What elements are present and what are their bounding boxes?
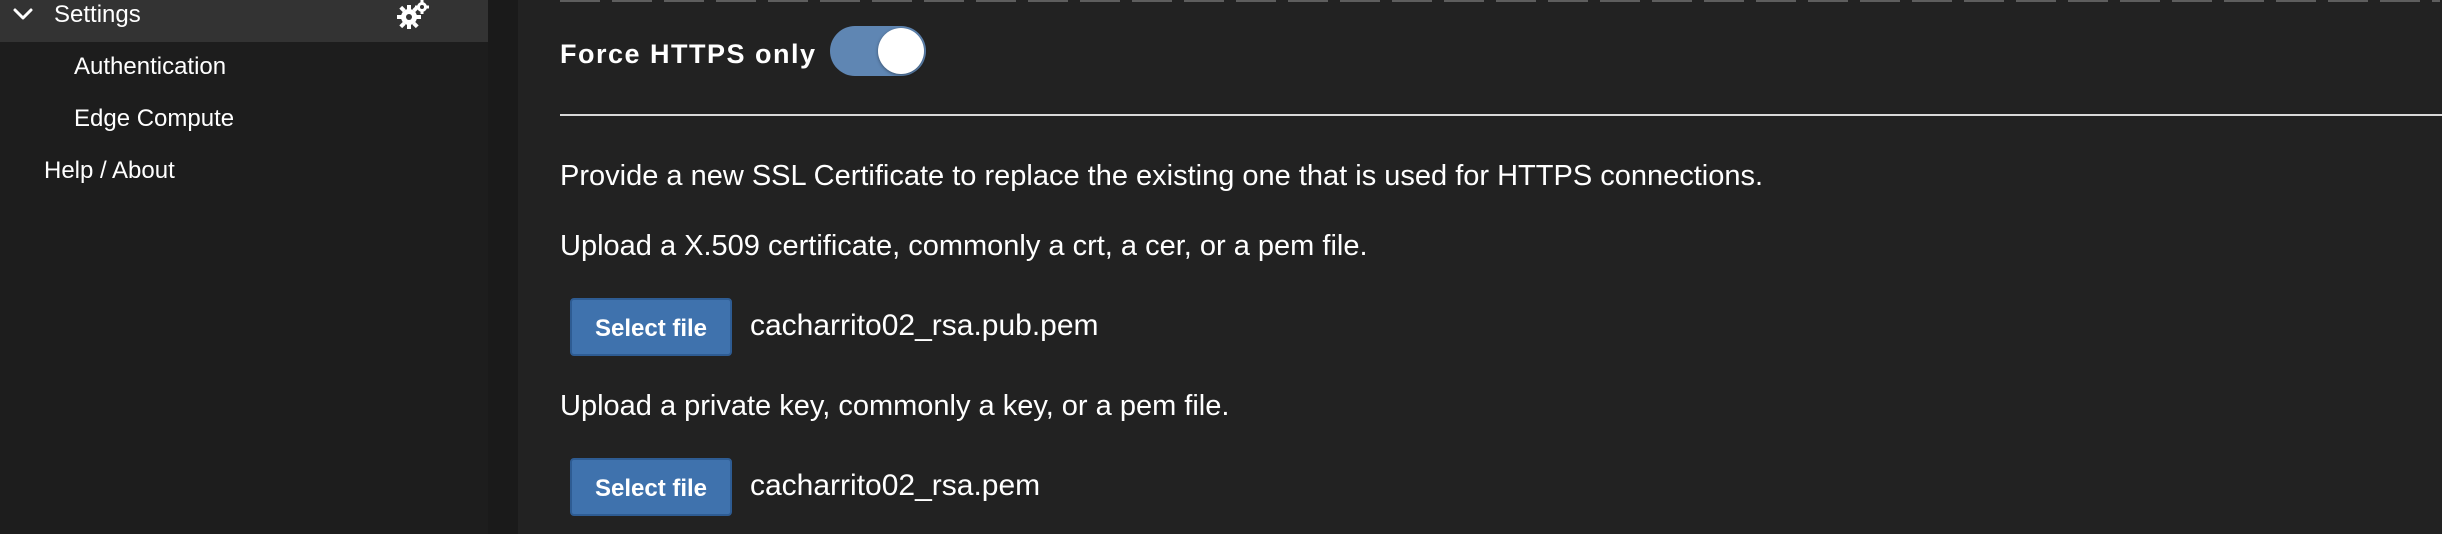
sidebar-item-authentication[interactable]: Authentication — [74, 52, 226, 82]
certificate-file-name: cacharrito02_rsa.pub.pem — [750, 309, 1099, 342]
certificate-instruction: Upload a X.509 certificate, commonly a c… — [560, 230, 1368, 262]
select-private-key-button[interactable]: Select file — [570, 458, 732, 516]
sidebar-section-label: Settings — [54, 1, 141, 28]
sidebar-item-edge-compute[interactable]: Edge Compute — [74, 104, 234, 134]
main-content: Force HTTPS only Provide a new SSL Certi… — [518, 0, 2442, 534]
force-https-toggle[interactable] — [830, 26, 926, 76]
sidebar-item-help-about[interactable]: Help / About — [44, 156, 175, 186]
force-https-label: Force HTTPS only — [560, 39, 817, 69]
sidebar: Settings Authentication Edge Compute Hel… — [0, 0, 488, 534]
app-window: Settings Authentication Edge Compute Hel… — [0, 0, 2442, 534]
chevron-down-icon[interactable] — [10, 0, 36, 30]
select-certificate-button[interactable]: Select file — [570, 298, 732, 356]
private-key-instruction: Upload a private key, commonly a key, or… — [560, 390, 1230, 422]
section-divider — [560, 114, 2442, 116]
toggle-knob — [878, 28, 924, 74]
sidebar-divider — [488, 0, 518, 534]
ssl-intro-text: Provide a new SSL Certificate to replace… — [560, 160, 1764, 192]
sidebar-section-settings[interactable]: Settings — [0, 0, 488, 42]
gears-icon[interactable] — [396, 0, 430, 30]
private-key-file-name: cacharrito02_rsa.pem — [750, 469, 1041, 502]
clipped-text-line — [560, 0, 2440, 4]
